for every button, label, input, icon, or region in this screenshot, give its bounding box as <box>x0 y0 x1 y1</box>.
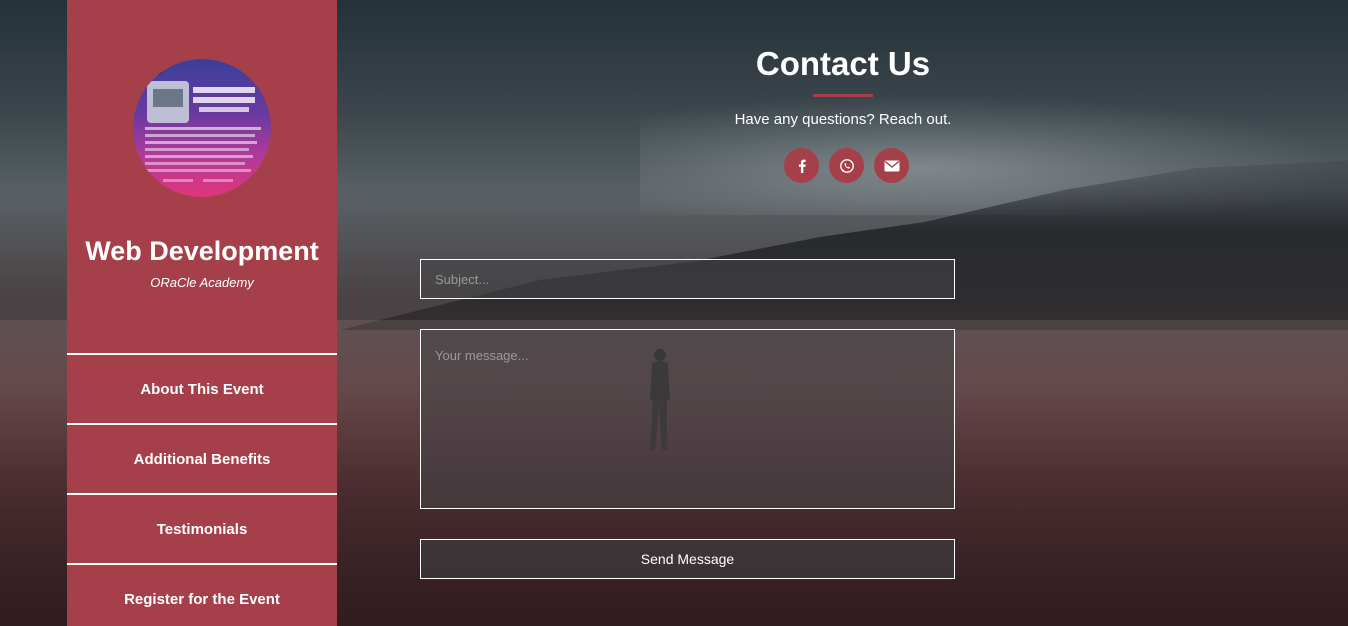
site-title: Web Development <box>85 236 319 266</box>
event-poster-logo <box>133 59 271 197</box>
social-links <box>784 148 909 183</box>
nav-item-additional-benefits[interactable]: Additional Benefits <box>67 423 337 493</box>
nav-item-testimonials[interactable]: Testimonials <box>67 493 337 563</box>
sidebar-nav: About This Event Additional Benefits Tes… <box>67 353 337 626</box>
email-button[interactable] <box>874 148 909 183</box>
contact-section: Contact Us Have any questions? Reach out… <box>337 0 1348 626</box>
send-message-button[interactable]: Send Message <box>420 539 955 579</box>
nav-item-about-this-event[interactable]: About This Event <box>67 353 337 423</box>
nav-item-register-for-the-event[interactable]: Register for the Event <box>67 563 337 626</box>
page-title: Contact Us <box>755 45 931 82</box>
title-underline <box>813 94 873 97</box>
facebook-icon <box>798 159 806 173</box>
sidebar: Web Development ORaCle Academy About Thi… <box>67 0 337 626</box>
page-subtitle: Have any questions? Reach out. <box>734 111 952 128</box>
subject-input[interactable] <box>420 259 955 299</box>
whatsapp-button[interactable] <box>829 148 864 183</box>
message-textarea[interactable] <box>420 329 955 509</box>
whatsapp-icon <box>839 158 854 173</box>
site-subtitle: ORaCle Academy <box>150 275 254 290</box>
facebook-button[interactable] <box>784 148 819 183</box>
envelope-icon <box>884 160 899 171</box>
